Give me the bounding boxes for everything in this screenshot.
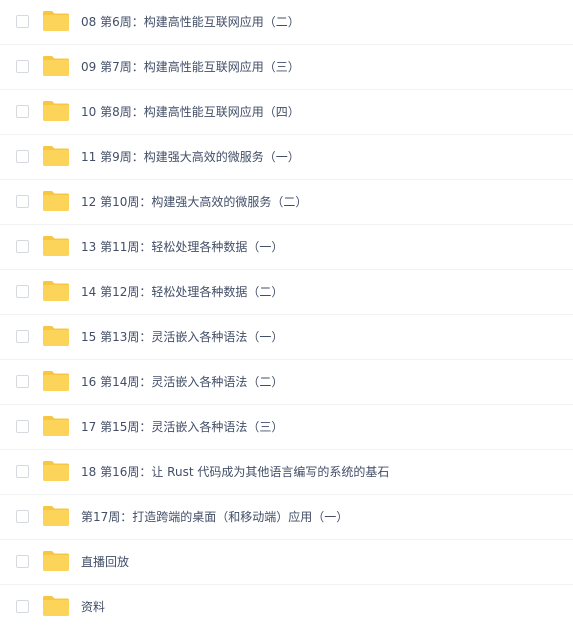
- folder-icon[interactable]: [42, 145, 70, 167]
- folder-icon[interactable]: [42, 325, 70, 347]
- file-row[interactable]: 11 第9周：构建强大高效的微服务（一）: [0, 135, 573, 180]
- folder-icon[interactable]: [42, 55, 70, 77]
- file-name[interactable]: 10 第8周：构建高性能互联网应用（四）: [81, 90, 300, 135]
- file-row[interactable]: 16 第14周：灵活嵌入各种语法（二）: [0, 360, 573, 405]
- select-checkbox[interactable]: [16, 240, 29, 253]
- folder-icon[interactable]: [42, 460, 70, 482]
- select-checkbox[interactable]: [16, 195, 29, 208]
- select-checkbox[interactable]: [16, 510, 29, 523]
- file-row[interactable]: 直播回放: [0, 540, 573, 585]
- file-name[interactable]: 17 第15周：灵活嵌入各种语法（三）: [81, 405, 283, 450]
- file-row[interactable]: 18 第16周：让 Rust 代码成为其他语言编写的系统的基石: [0, 450, 573, 495]
- select-checkbox[interactable]: [16, 600, 29, 613]
- file-list: 08 第6周：构建高性能互联网应用（二） 09 第7周：构建高性能互联网应用（三）…: [0, 0, 573, 627]
- file-name[interactable]: 09 第7周：构建高性能互联网应用（三）: [81, 45, 300, 90]
- file-row[interactable]: 15 第13周：灵活嵌入各种语法（一）: [0, 315, 573, 360]
- file-name[interactable]: 15 第13周：灵活嵌入各种语法（一）: [81, 315, 283, 360]
- folder-icon[interactable]: [42, 100, 70, 122]
- file-row[interactable]: 资料: [0, 585, 573, 630]
- file-row[interactable]: 08 第6周：构建高性能互联网应用（二）: [0, 0, 573, 45]
- select-checkbox[interactable]: [16, 555, 29, 568]
- file-row[interactable]: 09 第7周：构建高性能互联网应用（三）: [0, 45, 573, 90]
- select-checkbox[interactable]: [16, 375, 29, 388]
- select-checkbox[interactable]: [16, 285, 29, 298]
- file-row[interactable]: 第17周：打造跨端的桌面（和移动端）应用（一）: [0, 495, 573, 540]
- folder-icon[interactable]: [42, 595, 70, 617]
- file-row[interactable]: 10 第8周：构建高性能互联网应用（四）: [0, 90, 573, 135]
- file-name[interactable]: 16 第14周：灵活嵌入各种语法（二）: [81, 360, 283, 405]
- file-name[interactable]: 14 第12周：轻松处理各种数据（二）: [81, 270, 283, 315]
- select-checkbox[interactable]: [16, 150, 29, 163]
- file-name[interactable]: 18 第16周：让 Rust 代码成为其他语言编写的系统的基石: [81, 450, 389, 495]
- file-name[interactable]: 资料: [81, 585, 105, 630]
- file-row[interactable]: 14 第12周：轻松处理各种数据（二）: [0, 270, 573, 315]
- folder-icon[interactable]: [42, 550, 70, 572]
- folder-icon[interactable]: [42, 415, 70, 437]
- folder-icon[interactable]: [42, 505, 70, 527]
- select-checkbox[interactable]: [16, 465, 29, 478]
- select-checkbox[interactable]: [16, 330, 29, 343]
- select-checkbox[interactable]: [16, 420, 29, 433]
- folder-icon[interactable]: [42, 235, 70, 257]
- file-row[interactable]: 13 第11周：轻松处理各种数据（一）: [0, 225, 573, 270]
- folder-icon[interactable]: [42, 10, 70, 32]
- folder-icon[interactable]: [42, 190, 70, 212]
- file-name[interactable]: 第17周：打造跨端的桌面（和移动端）应用（一）: [81, 495, 348, 540]
- select-checkbox[interactable]: [16, 60, 29, 73]
- folder-icon[interactable]: [42, 370, 70, 392]
- folder-icon[interactable]: [42, 280, 70, 302]
- file-name[interactable]: 13 第11周：轻松处理各种数据（一）: [81, 225, 283, 270]
- file-name[interactable]: 直播回放: [81, 540, 129, 585]
- file-name[interactable]: 12 第10周：构建强大高效的微服务（二）: [81, 180, 307, 225]
- file-name[interactable]: 08 第6周：构建高性能互联网应用（二）: [81, 0, 300, 45]
- select-checkbox[interactable]: [16, 15, 29, 28]
- select-checkbox[interactable]: [16, 105, 29, 118]
- file-name[interactable]: 11 第9周：构建强大高效的微服务（一）: [81, 135, 300, 180]
- file-row[interactable]: 17 第15周：灵活嵌入各种语法（三）: [0, 405, 573, 450]
- file-row[interactable]: 12 第10周：构建强大高效的微服务（二）: [0, 180, 573, 225]
